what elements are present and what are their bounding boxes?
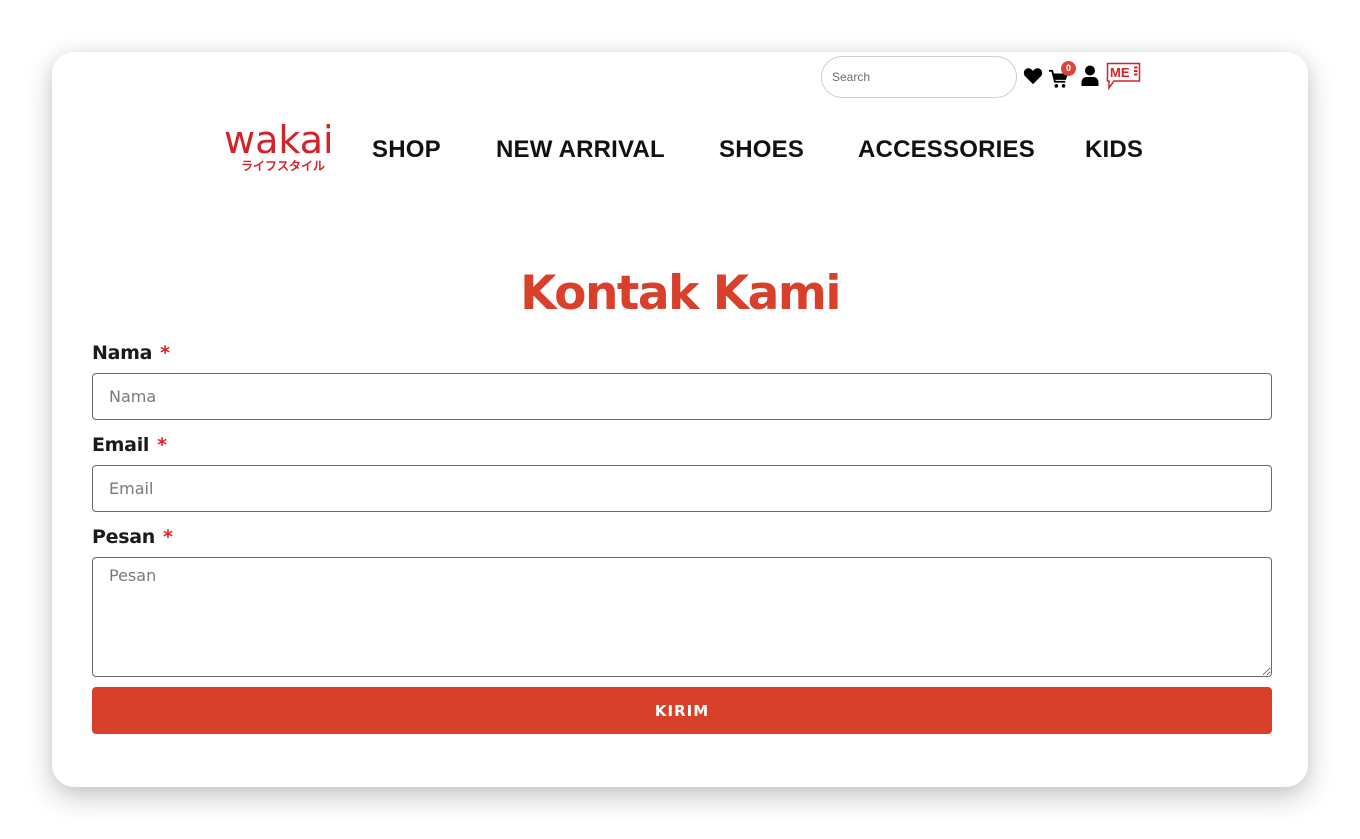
email-input[interactable] xyxy=(92,465,1272,512)
field-label-pesan: Pesan * xyxy=(92,526,173,548)
field-label-email: Email * xyxy=(92,434,167,456)
label-text: Nama xyxy=(92,342,153,364)
cart-count-badge: 0 xyxy=(1061,61,1076,76)
field-label-nama: Nama * xyxy=(92,342,170,364)
page-title: Kontak Kami xyxy=(520,266,841,321)
nav-item-kids[interactable]: KIDS xyxy=(1085,136,1143,164)
label-text: Pesan xyxy=(92,526,155,548)
logo-tagline: ライフスタイル xyxy=(241,159,326,173)
page-card: 0 ME wakai ライフスタイル SHOP NEW ARRIVAL SHOE… xyxy=(52,52,1308,787)
wakai-logo[interactable]: wakai ライフスタイル xyxy=(224,118,340,174)
label-text: Email xyxy=(92,434,150,456)
nav-item-accessories[interactable]: ACCESSORIES xyxy=(858,136,1035,164)
required-marker: * xyxy=(160,342,170,364)
submit-button[interactable]: KIRIM xyxy=(92,687,1272,734)
mei-label: ME xyxy=(1110,65,1130,80)
nav-item-shoes[interactable]: SHOES xyxy=(719,136,804,164)
required-marker: * xyxy=(162,526,173,548)
nav-item-shop[interactable]: SHOP xyxy=(372,136,441,164)
pesan-textarea[interactable] xyxy=(92,557,1272,677)
nama-input[interactable] xyxy=(92,373,1272,420)
search-input[interactable] xyxy=(821,56,1017,98)
mei-chat-icon[interactable]: ME xyxy=(1106,62,1141,90)
logo-wordmark: wakai xyxy=(224,118,334,162)
nav-item-new-arrival[interactable]: NEW ARRIVAL xyxy=(496,136,665,164)
user-icon[interactable] xyxy=(1081,65,1099,86)
required-marker: * xyxy=(157,434,167,456)
heart-icon[interactable] xyxy=(1023,67,1043,85)
